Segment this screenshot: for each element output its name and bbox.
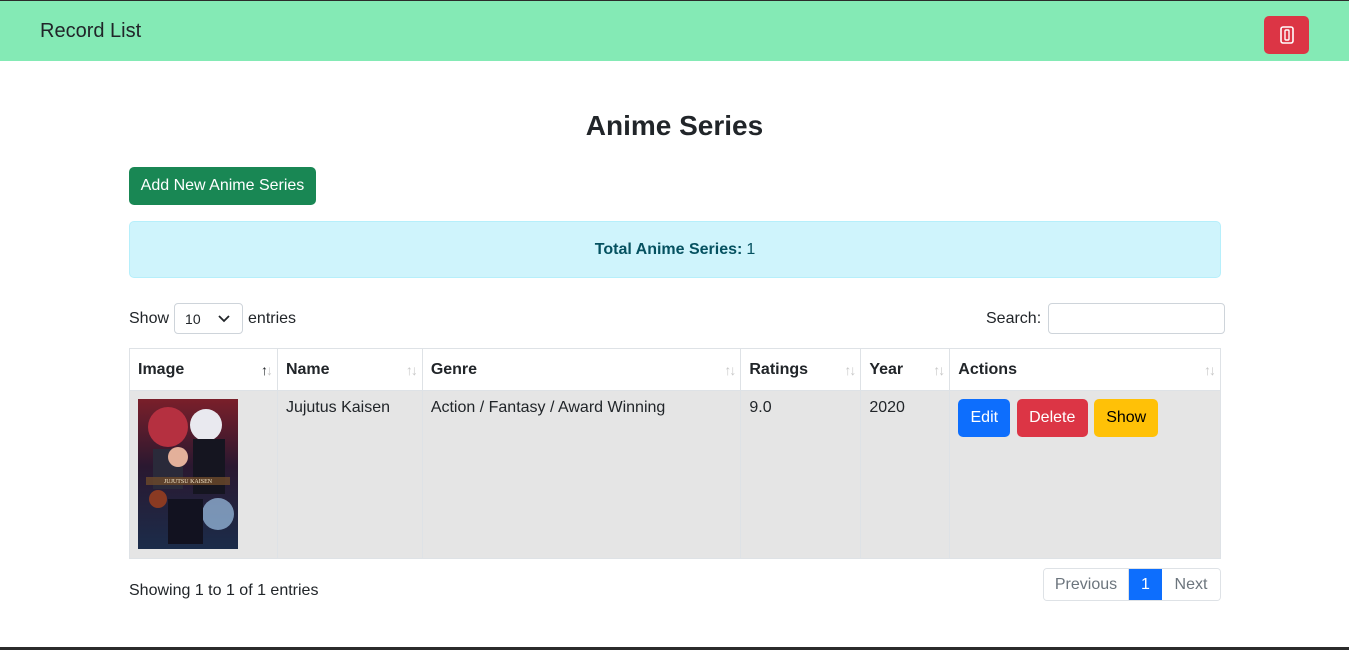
chevron-down-icon bbox=[218, 314, 230, 322]
edit-button[interactable]: Edit bbox=[958, 399, 1011, 437]
entries-value: 10 bbox=[185, 310, 201, 327]
navbar-brand[interactable]: Record List bbox=[40, 20, 141, 43]
total-alert: Total Anime Series: 1 bbox=[129, 221, 1221, 278]
show-button[interactable]: Show bbox=[1094, 399, 1159, 437]
header-ratings[interactable]: Ratings ↑↓ bbox=[740, 348, 862, 391]
logout-button[interactable] bbox=[1264, 16, 1309, 54]
table-info: Showing 1 to 1 of 1 entries bbox=[129, 582, 319, 599]
header-year[interactable]: Year ↑↓ bbox=[860, 348, 951, 391]
poster-title: JUJUTSU KAISEN bbox=[164, 479, 213, 485]
delete-button[interactable]: Delete bbox=[1016, 399, 1088, 437]
anime-poster: JUJUTSU KAISEN bbox=[138, 399, 238, 549]
add-new-button[interactable]: Add New Anime Series bbox=[129, 167, 316, 205]
header-actions[interactable]: Actions ↑↓ bbox=[949, 348, 1221, 391]
genre-cell: Action / Fantasy / Award Winning bbox=[421, 390, 742, 559]
sort-icon: ↑↓ bbox=[405, 362, 418, 378]
actions-cell: Edit Delete Show bbox=[949, 390, 1221, 559]
name-cell: Jujutus Kaisen bbox=[276, 390, 423, 559]
anime-table: Image ↑↓ Name ↑↓ Genre ↑↓ Ratings ↑↓ Yea… bbox=[129, 348, 1221, 559]
ratings-cell: 9.0 bbox=[740, 390, 862, 559]
sort-icon: ↑↓ bbox=[844, 362, 856, 378]
table-row: JUJUTSU KAISEN Jujutus Kaisen Action / F… bbox=[129, 390, 1221, 559]
pagination: Previous 1 Next bbox=[1043, 568, 1221, 601]
next-button[interactable]: Next bbox=[1162, 569, 1220, 600]
navbar: Record List bbox=[0, 0, 1349, 61]
entries-length: Show 10 entries bbox=[129, 303, 296, 334]
header-image[interactable]: Image ↑↓ bbox=[129, 348, 278, 391]
show-label: Show bbox=[129, 309, 170, 327]
entries-select[interactable]: 10 bbox=[174, 303, 244, 334]
previous-button[interactable]: Previous bbox=[1044, 569, 1129, 600]
total-label: Total Anime Series: bbox=[594, 240, 743, 258]
search-input[interactable] bbox=[1048, 303, 1226, 334]
sort-icon: ↑↓ bbox=[933, 362, 945, 378]
sort-icon: ↑↓ bbox=[260, 362, 273, 378]
entries-label: entries bbox=[248, 309, 297, 327]
total-count: 1 bbox=[746, 240, 756, 258]
page-title: Anime Series bbox=[585, 110, 764, 141]
search-label: Search: bbox=[986, 309, 1042, 327]
header-name[interactable]: Name ↑↓ bbox=[276, 348, 423, 391]
image-cell: JUJUTSU KAISEN bbox=[129, 390, 278, 559]
search-group: Search: bbox=[986, 303, 1226, 334]
year-cell: 2020 bbox=[860, 390, 951, 559]
page-1-button[interactable]: 1 bbox=[1129, 569, 1162, 600]
sort-icon: ↑↓ bbox=[724, 362, 736, 378]
header-genre[interactable]: Genre ↑↓ bbox=[421, 348, 742, 391]
door-exit-icon bbox=[1279, 26, 1294, 44]
sort-icon: ↑↓ bbox=[1204, 362, 1216, 378]
